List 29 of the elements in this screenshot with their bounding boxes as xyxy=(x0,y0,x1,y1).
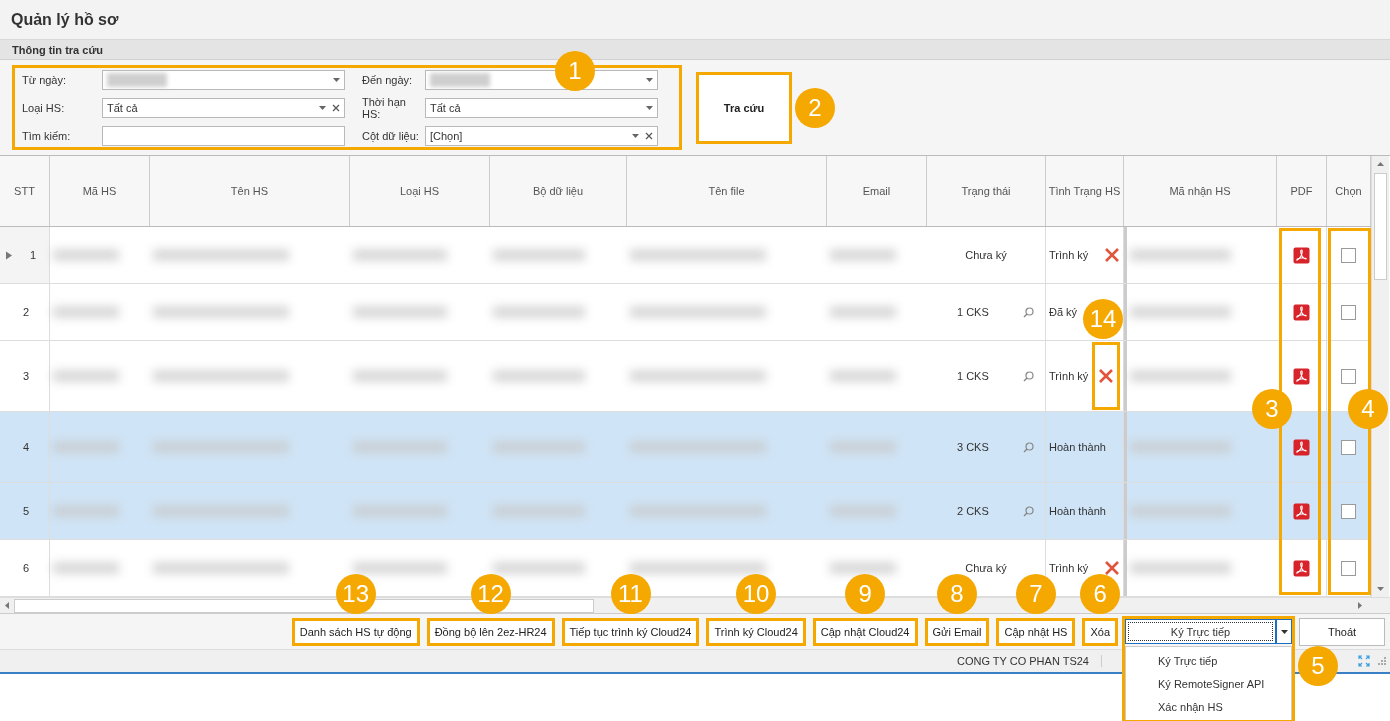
row-number: 1 xyxy=(29,249,37,261)
field-label: Tìm kiếm: xyxy=(22,129,72,142)
field-label: Cột dữ liệu: xyxy=(361,129,420,142)
row-number: 5 xyxy=(22,505,30,517)
page-title: Quản lý hồ sơ xyxy=(11,10,119,29)
row-number: 6 xyxy=(22,562,30,574)
row-number: 4 xyxy=(22,441,30,453)
status-text: Chưa ký xyxy=(965,249,1007,261)
callout-tooltip: 5 xyxy=(1298,646,1338,686)
doc-status-text: Hoàn thành xyxy=(1049,441,1106,453)
doc-status-text: Đã ký xyxy=(1049,306,1078,318)
status-text: Chưa ký xyxy=(965,562,1007,574)
status-text: 2 CKS xyxy=(956,505,990,517)
status-text: 1 CKS xyxy=(956,370,990,382)
status-text: 1 CKS xyxy=(956,306,990,318)
doc-status-text: Trình ký xyxy=(1049,249,1089,261)
field-label: Đến ngày: xyxy=(361,73,414,86)
doc-status-text: Hoàn thành xyxy=(1049,505,1106,517)
field-label: Loại HS: xyxy=(22,101,66,114)
field-label: Từ ngày: xyxy=(22,73,68,86)
row-number: 3 xyxy=(22,370,30,382)
doc-status-text: Trình ký xyxy=(1049,562,1089,574)
doc-status-text: Trình ký xyxy=(1049,370,1089,382)
company-name: CONG TY CO PHAN TS24 xyxy=(956,655,1102,667)
field-label: Thời hạn HS: xyxy=(361,95,407,120)
status-text: 3 CKS xyxy=(956,441,990,453)
section-title: Thông tin tra cứu xyxy=(12,43,104,56)
row-number: 2 xyxy=(22,306,30,318)
callout-tooltip: 2 xyxy=(795,87,835,128)
